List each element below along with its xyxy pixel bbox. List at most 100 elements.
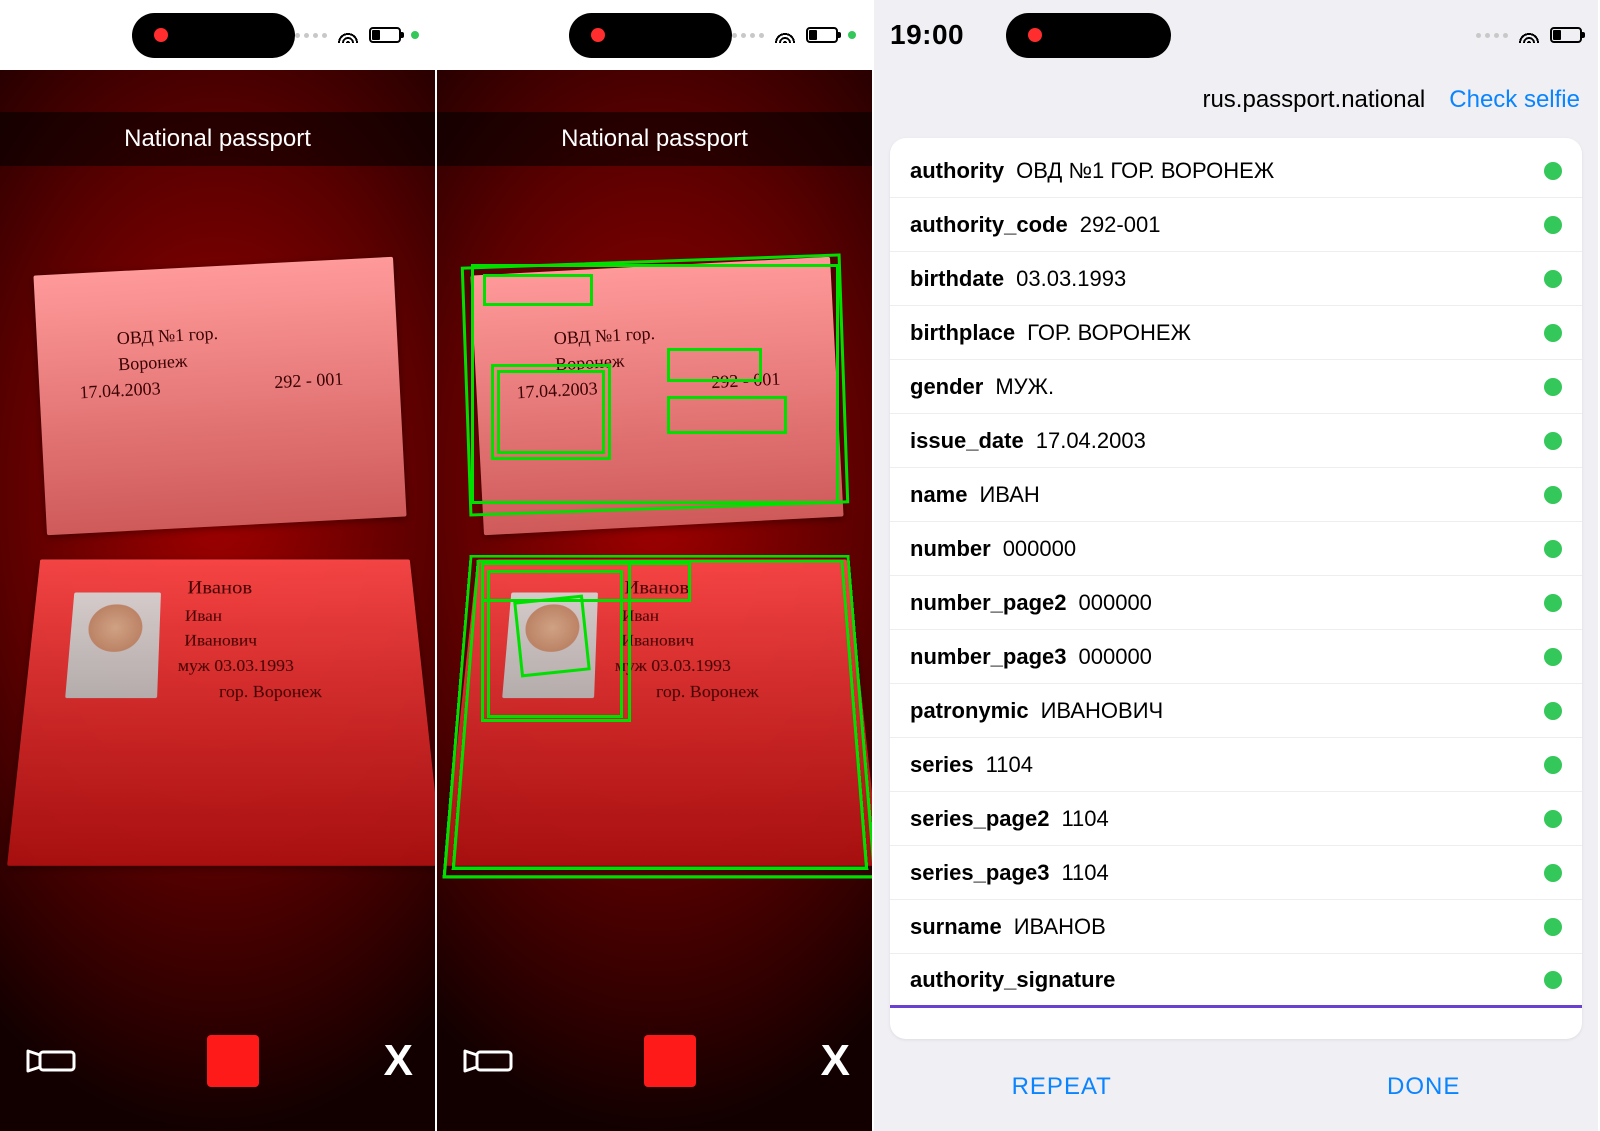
camera-active-icon [848, 31, 856, 39]
status-ok-icon [1544, 918, 1562, 936]
shutter-button[interactable] [207, 1035, 259, 1087]
result-key: series_page3 [910, 860, 1049, 886]
check-selfie-button[interactable]: Check selfie [1449, 86, 1580, 114]
camera-preview: National passport ОВД №1 гор. Воронеж 17… [0, 70, 435, 1131]
result-row[interactable]: number_page3 000000 [890, 630, 1582, 684]
camera-preview: National passport ОВД №1 гор. Воронеж 17… [437, 70, 872, 1131]
status-ok-icon [1544, 540, 1562, 558]
status-ok-icon [1544, 216, 1562, 234]
status-bar: 19:00 [874, 0, 1598, 70]
status-ok-icon [1544, 756, 1562, 774]
result-row[interactable]: series_page2 1104 [890, 792, 1582, 846]
close-button[interactable]: X [821, 1036, 850, 1086]
result-value: 292-001 [1080, 212, 1161, 238]
result-value: ИВАН [979, 482, 1039, 508]
result-value: 1104 [1061, 860, 1108, 886]
result-value: ГОР. ВОРОНЕЖ [1027, 320, 1191, 346]
phone-camera-raw: 19:00 National passport ОВД №1 гор. Воро… [0, 0, 437, 1131]
result-value: 000000 [1079, 590, 1152, 616]
result-row[interactable]: number_page2 000000 [890, 576, 1582, 630]
result-key: number_page3 [910, 644, 1067, 670]
result-value: МУЖ. [995, 374, 1054, 400]
document-mock: ОВД №1 гор. Воронеж 17.04.2003 292 - 001… [457, 240, 852, 981]
status-ok-icon [1544, 594, 1562, 612]
result-key: authority [910, 158, 1004, 184]
flashlight-button[interactable] [459, 1044, 519, 1078]
result-value: ИВАНОВ [1014, 914, 1106, 940]
document-type-label: rus.passport.national [1202, 86, 1425, 114]
result-row[interactable]: issue_date 17.04.2003 [890, 414, 1582, 468]
battery-icon [806, 27, 838, 43]
status-time: 19:00 [453, 19, 527, 51]
document-title: National passport [0, 112, 435, 166]
flashlight-button[interactable] [22, 1044, 82, 1078]
passport-photo [65, 593, 161, 699]
cellular-icon [732, 33, 764, 38]
wifi-icon [774, 27, 796, 43]
result-row[interactable]: name ИВАН [890, 468, 1582, 522]
result-key: series_page2 [910, 806, 1049, 832]
result-key: patronymic [910, 698, 1029, 724]
cellular-icon [1476, 33, 1508, 38]
result-row[interactable]: authority ОВД №1 ГОР. ВОРОНЕЖ [890, 144, 1582, 198]
result-key: authority_signature [910, 967, 1115, 993]
result-value: ОВД №1 ГОР. ВОРОНЕЖ [1016, 158, 1274, 184]
status-ok-icon [1544, 648, 1562, 666]
results-header: rus.passport.national Check selfie [874, 74, 1598, 126]
close-button[interactable]: X [384, 1036, 413, 1086]
status-time: 19:00 [890, 19, 964, 51]
wifi-icon [1518, 27, 1540, 43]
result-value: 000000 [1079, 644, 1152, 670]
dynamic-island [1006, 13, 1171, 58]
detection-overlay [457, 240, 852, 981]
done-button[interactable]: DONE [1387, 1073, 1460, 1101]
phone-camera-detection: 19:00 National passport ОВД №1 гор. Воро… [437, 0, 874, 1131]
status-ok-icon [1544, 702, 1562, 720]
result-row[interactable]: birthplace ГОР. ВОРОНЕЖ [890, 306, 1582, 360]
result-row[interactable]: series 1104 [890, 738, 1582, 792]
result-row[interactable]: authority_signature [890, 954, 1582, 1008]
result-value: 1104 [986, 752, 1033, 778]
status-ok-icon [1544, 486, 1562, 504]
result-value: ИВАНОВИЧ [1041, 698, 1164, 724]
status-ok-icon [1544, 162, 1562, 180]
result-key: surname [910, 914, 1002, 940]
result-key: number [910, 536, 991, 562]
status-ok-icon [1544, 810, 1562, 828]
result-key: number_page2 [910, 590, 1067, 616]
document-title: National passport [437, 112, 872, 166]
result-row[interactable]: surname ИВАНОВ [890, 900, 1582, 954]
result-row[interactable]: number 000000 [890, 522, 1582, 576]
results-list[interactable]: authority ОВД №1 ГОР. ВОРОНЕЖauthority_c… [890, 138, 1582, 1039]
phone-results: 19:00 rus.passport.national Check selfie… [874, 0, 1600, 1131]
document-mock: ОВД №1 гор. Воронеж 17.04.2003 292 - 001… [20, 240, 415, 981]
status-ok-icon [1544, 864, 1562, 882]
result-row[interactable]: patronymic ИВАНОВИЧ [890, 684, 1582, 738]
result-row[interactable]: authority_code 292-001 [890, 198, 1582, 252]
result-key: birthdate [910, 266, 1004, 292]
result-key: series [910, 752, 974, 778]
status-bar: 19:00 [437, 0, 872, 70]
battery-icon [1550, 27, 1582, 43]
result-key: issue_date [910, 428, 1024, 454]
status-ok-icon [1544, 971, 1562, 989]
result-key: name [910, 482, 967, 508]
status-bar: 19:00 [0, 0, 435, 70]
wifi-icon [337, 27, 359, 43]
result-value: 03.03.1993 [1016, 266, 1126, 292]
result-row[interactable]: series_page3 1104 [890, 846, 1582, 900]
result-value: 000000 [1003, 536, 1076, 562]
result-value: 17.04.2003 [1036, 428, 1146, 454]
repeat-button[interactable]: REPEAT [1012, 1073, 1112, 1101]
status-ok-icon [1544, 270, 1562, 288]
cellular-icon [295, 33, 327, 38]
status-ok-icon [1544, 378, 1562, 396]
result-row[interactable]: birthdate 03.03.1993 [890, 252, 1582, 306]
status-ok-icon [1544, 324, 1562, 342]
result-value: 1104 [1061, 806, 1108, 832]
result-row[interactable]: gender МУЖ. [890, 360, 1582, 414]
battery-icon [369, 27, 401, 43]
dynamic-island [569, 13, 732, 58]
shutter-button[interactable] [644, 1035, 696, 1087]
result-key: birthplace [910, 320, 1015, 346]
